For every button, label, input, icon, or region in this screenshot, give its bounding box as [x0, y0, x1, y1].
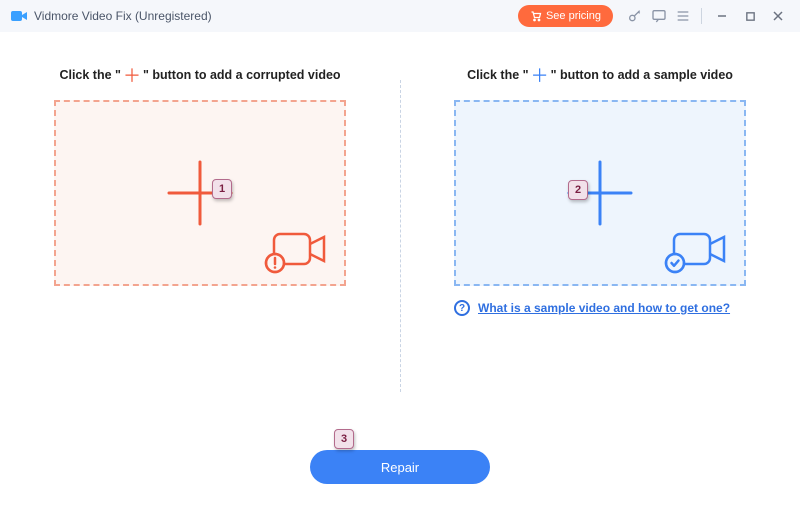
key-icon[interactable] [623, 4, 647, 28]
app-logo-icon [10, 7, 28, 25]
corrupted-camera-icon [264, 226, 330, 274]
maximize-button[interactable] [736, 4, 764, 28]
sample-camera-icon [664, 226, 730, 274]
add-corrupted-plus-icon [163, 156, 237, 230]
sample-video-panel: Click the " ＋ " button to add a sample v… [400, 32, 800, 512]
add-corrupted-video-dropzone[interactable] [54, 100, 346, 286]
corrupted-video-panel: Click the " ＋ " button to add a corrupte… [0, 32, 400, 512]
vertical-divider [400, 80, 401, 392]
close-button[interactable] [764, 4, 792, 28]
corrupted-instruction: Click the " ＋ " button to add a corrupte… [59, 68, 340, 82]
repair-button[interactable]: Repair [310, 450, 490, 484]
menu-icon[interactable] [671, 4, 695, 28]
sample-instruction: Click the " ＋ " button to add a sample v… [467, 68, 733, 82]
see-pricing-label: See pricing [546, 10, 601, 22]
help-icon: ? [454, 300, 470, 316]
sample-video-help-link[interactable]: What is a sample video and how to get on… [478, 300, 730, 317]
repair-label: Repair [381, 460, 419, 475]
titlebar: Vidmore Video Fix (Unregistered) See pri… [0, 0, 800, 32]
add-sample-video-dropzone[interactable] [454, 100, 746, 286]
feedback-icon[interactable] [647, 4, 671, 28]
sample-video-help: ? What is a sample video and how to get … [454, 300, 746, 317]
see-pricing-button[interactable]: See pricing [518, 5, 613, 27]
main-content: Click the " ＋ " button to add a corrupte… [0, 32, 800, 512]
window-title: Vidmore Video Fix (Unregistered) [34, 9, 212, 23]
cart-icon [530, 10, 542, 22]
add-sample-plus-icon [563, 156, 637, 230]
minimize-button[interactable] [708, 4, 736, 28]
titlebar-separator [701, 8, 702, 24]
